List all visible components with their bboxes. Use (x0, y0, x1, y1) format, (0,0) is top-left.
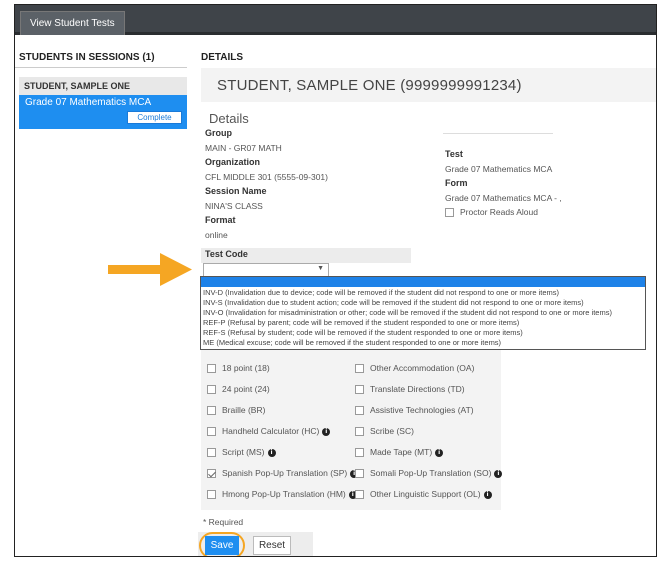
accommodation-label: Braille (BR) (222, 405, 266, 415)
accommodation-option[interactable]: Script (MS) i (207, 447, 276, 458)
accommodation-checkbox[interactable] (207, 469, 216, 479)
accommodation-label: Spanish Pop-Up Translation (SP) (222, 468, 348, 478)
form-actions: Save Reset (198, 532, 313, 556)
students-heading: STUDENTS IN SESSIONS (1) (19, 52, 155, 63)
dropdown-option[interactable]: REF-P (Refusal by parent; code will be r… (203, 318, 519, 327)
group-value: MAIN - GR07 MATH (205, 143, 282, 153)
accommodation-checkbox[interactable] (355, 364, 364, 374)
dropdown-option[interactable]: ME (Medical excuse; code will be removed… (203, 338, 501, 347)
accommodation-option[interactable]: 24 point (24) (207, 384, 270, 395)
proctor-reads-aloud-label: Proctor Reads Aloud (460, 207, 538, 217)
test-code-select[interactable]: ▼ (203, 263, 329, 277)
form-label: Form (445, 178, 468, 188)
accommodation-option[interactable]: Other Linguistic Support (OL) i (355, 489, 492, 500)
top-bar: View Student Tests (15, 5, 656, 35)
accommodation-label: Assistive Technologies (AT) (370, 405, 474, 415)
info-icon[interactable]: i (494, 469, 503, 478)
info-icon[interactable]: i (435, 448, 444, 457)
accommodation-option[interactable]: Scribe (SC) (355, 426, 414, 437)
tab-view-student-tests[interactable]: View Student Tests (20, 11, 125, 35)
accommodation-checkbox[interactable] (207, 364, 216, 374)
accommodation-checkbox[interactable] (207, 427, 216, 437)
divider (15, 67, 187, 68)
accommodation-label: Other Accommodation (OA) (370, 363, 475, 373)
accommodation-option[interactable]: Other Accommodation (OA) (355, 363, 475, 374)
accommodation-checkbox[interactable] (355, 427, 364, 437)
accommodation-label: 24 point (24) (222, 384, 270, 394)
app-window: View Student Tests STUDENTS IN SESSIONS … (14, 4, 657, 557)
accommodation-checkbox[interactable] (207, 406, 216, 416)
accommodation-checkbox[interactable] (355, 490, 364, 500)
accommodation-option[interactable]: 18 point (18) (207, 363, 270, 374)
dropdown-option[interactable]: REF-S (Refusal by student; code will be … (203, 328, 523, 337)
student-test-item[interactable]: Grade 07 Mathematics MCA Complete (19, 95, 187, 129)
dropdown-option[interactable]: INV-S (Invalidation due to student actio… (203, 298, 584, 307)
info-icon[interactable]: i (267, 448, 276, 457)
accommodation-label: Translate Directions (TD) (370, 384, 465, 394)
student-banner: STUDENT, SAMPLE ONE (9999999991234) (201, 68, 656, 102)
dropdown-highlight (201, 277, 645, 287)
test-code-label: Test Code (205, 249, 248, 259)
accommodation-option[interactable]: Handheld Calculator (HC) i (207, 426, 331, 437)
accommodation-option[interactable]: Assistive Technologies (AT) (355, 405, 474, 416)
accommodation-label: Hmong Pop-Up Translation (HM) (222, 489, 346, 499)
accommodation-option[interactable]: Braille (BR) (207, 405, 266, 416)
test-label: Test (445, 149, 463, 159)
arrow-right-icon (108, 253, 192, 286)
accommodation-label: 18 point (18) (222, 363, 270, 373)
student-list-item[interactable]: STUDENT, SAMPLE ONE (9999999991234) (19, 77, 187, 109)
accommodation-option[interactable]: Somali Pop-Up Translation (SO) i (355, 468, 503, 479)
student-test-label: Grade 07 Mathematics MCA (25, 97, 152, 108)
accommodation-checkbox[interactable] (355, 448, 364, 458)
divider (443, 133, 553, 134)
details-heading: DETAILS (201, 52, 244, 63)
organization-value: CFL MIDDLE 301 (5555-09-301) (205, 172, 328, 182)
accommodation-checkbox[interactable] (355, 406, 364, 416)
chevron-down-icon: ▼ (317, 265, 324, 272)
accommodation-label: Somali Pop-Up Translation (SO) (370, 468, 492, 478)
proctor-reads-aloud-option[interactable]: Proctor Reads Aloud (445, 207, 538, 218)
accommodation-label: Script (MS) (222, 447, 265, 457)
form-value: Grade 07 Mathematics MCA - , (445, 193, 562, 203)
save-button[interactable]: Save (205, 536, 239, 555)
group-label: Group (205, 128, 232, 138)
proctor-reads-aloud-checkbox[interactable] (445, 208, 454, 218)
details-section-title: Details (209, 111, 249, 126)
organization-label: Organization (205, 157, 261, 167)
accommodation-option[interactable]: Spanish Pop-Up Translation (SP)i (207, 468, 359, 479)
accommodation-option[interactable]: Translate Directions (TD) (355, 384, 465, 395)
accommodation-checkbox[interactable] (355, 385, 364, 395)
accommodation-checkbox[interactable] (207, 448, 216, 458)
accommodation-label: Scribe (SC) (370, 426, 414, 436)
accommodation-option[interactable]: Hmong Pop-Up Translation (HM) i (207, 489, 357, 500)
info-icon[interactable]: i (322, 427, 331, 436)
page-title: STUDENT, SAMPLE ONE (9999999991234) (217, 77, 522, 94)
session-name-label: Session Name (205, 186, 267, 196)
accommodation-checkbox[interactable] (207, 490, 216, 500)
format-value: online (205, 230, 228, 240)
status-badge: Complete (127, 111, 182, 124)
session-name-value: NINA'S CLASS (205, 201, 263, 211)
format-label: Format (205, 215, 236, 225)
required-note: * Required (203, 517, 244, 527)
accommodation-label: Made Tape (MT) (370, 447, 433, 457)
dropdown-option[interactable]: INV-D (Invalidation due to device; code … (203, 288, 559, 297)
accommodation-option[interactable]: Made Tape (MT) i (355, 447, 444, 458)
accommodation-label: Other Linguistic Support (OL) (370, 489, 481, 499)
accommodation-label: Handheld Calculator (HC) (222, 426, 320, 436)
test-code-dropdown: INV-D (Invalidation due to device; code … (200, 276, 646, 350)
reset-button[interactable]: Reset (253, 536, 291, 555)
dropdown-option[interactable]: INV-O (Invalidation for misadministratio… (203, 308, 612, 317)
accommodation-checkbox[interactable] (355, 469, 364, 479)
info-icon[interactable]: i (483, 490, 492, 499)
accommodation-checkbox[interactable] (207, 385, 216, 395)
test-value: Grade 07 Mathematics MCA (445, 164, 553, 174)
